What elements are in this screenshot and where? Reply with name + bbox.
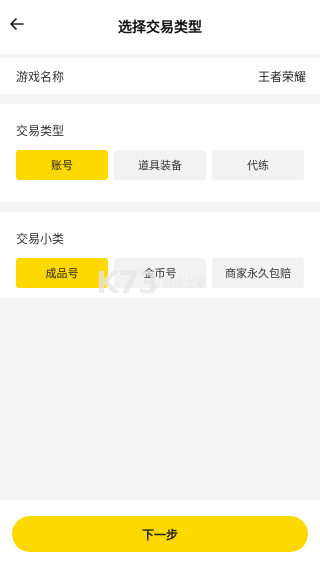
trade-subtype-title: 交易小类 — [16, 232, 65, 246]
trade-type-option-boosting[interactable]: 代练 — [212, 150, 304, 180]
trade-type-option-account[interactable]: 账号 — [16, 150, 108, 180]
trade-subtype-option-gold[interactable]: 金币号 — [114, 258, 206, 288]
trade-type-options: 账号 道具装备 代练 — [16, 150, 304, 180]
trade-type-section: 交易类型 账号 道具装备 代练 — [0, 104, 320, 202]
game-name-row[interactable]: 游戏名称 王者荣耀 — [0, 58, 320, 94]
nav-header: 选择交易类型 — [0, 0, 320, 54]
page-title: 选择交易类型 — [118, 20, 202, 36]
game-name-label: 游戏名称 — [16, 69, 65, 84]
back-button[interactable] — [6, 12, 28, 36]
bottom-bar: 下一步 — [0, 500, 320, 568]
next-step-button[interactable]: 下一步 — [12, 516, 308, 552]
trade-subtype-options: 成品号 金币号 商家永久包赔 — [16, 258, 304, 288]
trade-type-option-items[interactable]: 道具装备 — [114, 150, 206, 180]
trade-subtype-section: 交易小类 成品号 金币号 商家永久包赔 — [0, 212, 320, 298]
empty-content-area — [0, 298, 320, 500]
trade-type-page: 选择交易类型 游戏名称 王者荣耀 交易类型 账号 道具装备 代练 交易小类 成品… — [0, 0, 320, 568]
trade-type-title: 交易类型 — [16, 124, 65, 138]
game-name-value: 王者荣耀 — [257, 69, 306, 84]
trade-subtype-option-finished[interactable]: 成品号 — [16, 258, 108, 288]
arrow-left-icon — [10, 18, 24, 30]
trade-subtype-option-guarantee[interactable]: 商家永久包赔 — [212, 258, 304, 288]
